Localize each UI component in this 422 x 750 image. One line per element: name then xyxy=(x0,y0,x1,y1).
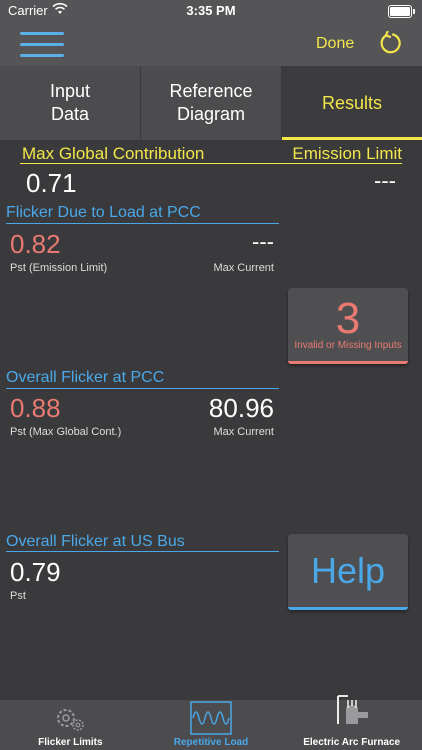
tab-label-line2: Diagram xyxy=(176,104,246,124)
help-button[interactable]: Help xyxy=(288,534,408,610)
gears-icon xyxy=(57,709,85,731)
invalid-inputs-indicator xyxy=(288,361,408,364)
battery-icon xyxy=(388,5,415,18)
overall-us-title: Overall Flicker at US Bus xyxy=(6,533,185,550)
tab-label-line1: Reference xyxy=(169,81,253,101)
overall-pcc-divider xyxy=(6,388,279,389)
max-global-contribution-value: 0.71 xyxy=(26,168,77,198)
load-pcc-pst-label: Pst (Emission Limit) xyxy=(10,262,108,274)
load-pcc-pst-value: 0.82 xyxy=(10,229,61,259)
invalid-inputs-card[interactable]: 3 Invalid or Missing Inputs xyxy=(288,288,408,364)
tab-reference-diagram[interactable]: Reference Diagram xyxy=(141,66,282,140)
done-button[interactable]: Done xyxy=(316,35,354,53)
help-indicator xyxy=(288,607,408,610)
nav-bar: Done xyxy=(0,22,422,66)
emission-limit-value: --- xyxy=(374,168,396,193)
clock: 3:35 PM xyxy=(186,3,236,18)
waveform-icon xyxy=(190,701,232,735)
help-label: Help xyxy=(310,550,386,591)
overall-pcc-current-value: 80.96 xyxy=(208,393,274,423)
furnace-icon xyxy=(336,695,368,724)
overall-us-pst-value: 0.79 xyxy=(10,557,61,587)
bottom-tab-bar: Flicker Limits Repetitive Load Electric … xyxy=(0,695,422,750)
emission-limit-title: Emission Limit xyxy=(292,144,402,163)
menu-icon[interactable] xyxy=(20,28,64,60)
overall-pcc-pst-label: Pst (Max Global Cont.) xyxy=(10,426,122,438)
header-divider xyxy=(20,163,402,164)
overall-pcc-pst-value: 0.88 xyxy=(10,393,61,423)
tab-label-line1: Input xyxy=(49,81,91,101)
load-pcc-current-label: Max Current xyxy=(213,262,274,274)
tab-input-data[interactable]: Input Data xyxy=(0,66,141,140)
max-global-contribution-title: Max Global Contribution xyxy=(22,144,205,163)
tab-label-line1: Results xyxy=(321,92,383,113)
tab-electric-arc-furnace[interactable]: Electric Arc Furnace xyxy=(281,695,422,750)
tab-results[interactable]: Results xyxy=(282,66,422,140)
refresh-icon[interactable] xyxy=(378,31,402,55)
invalid-inputs-label: Invalid or Missing Inputs xyxy=(294,340,402,351)
overall-pcc-current-label: Max Current xyxy=(213,426,274,438)
status-bar: Carrier 3:35 PM xyxy=(0,0,422,22)
overall-us-pst-label: Pst xyxy=(10,590,26,602)
tab-flicker-limits[interactable]: Flicker Limits xyxy=(0,700,141,750)
tab-label-line2: Data xyxy=(50,104,89,124)
invalid-inputs-count: 3 xyxy=(335,294,361,343)
tab-label: Repetitive Load xyxy=(173,737,249,748)
overall-pcc-title: Overall Flicker at PCC xyxy=(6,369,165,386)
tab-label: Flicker Limits xyxy=(38,737,103,748)
load-pcc-title: Flicker Due to Load at PCC xyxy=(6,204,201,221)
load-pcc-current-value: --- xyxy=(252,229,274,254)
tab-label: Electric Arc Furnace xyxy=(303,737,401,748)
load-pcc-divider xyxy=(6,223,279,224)
overall-us-divider xyxy=(6,551,279,552)
segment-tabs: Input Data Reference Diagram Results xyxy=(0,66,422,140)
tab-repetitive-load[interactable]: Repetitive Load xyxy=(141,700,282,750)
